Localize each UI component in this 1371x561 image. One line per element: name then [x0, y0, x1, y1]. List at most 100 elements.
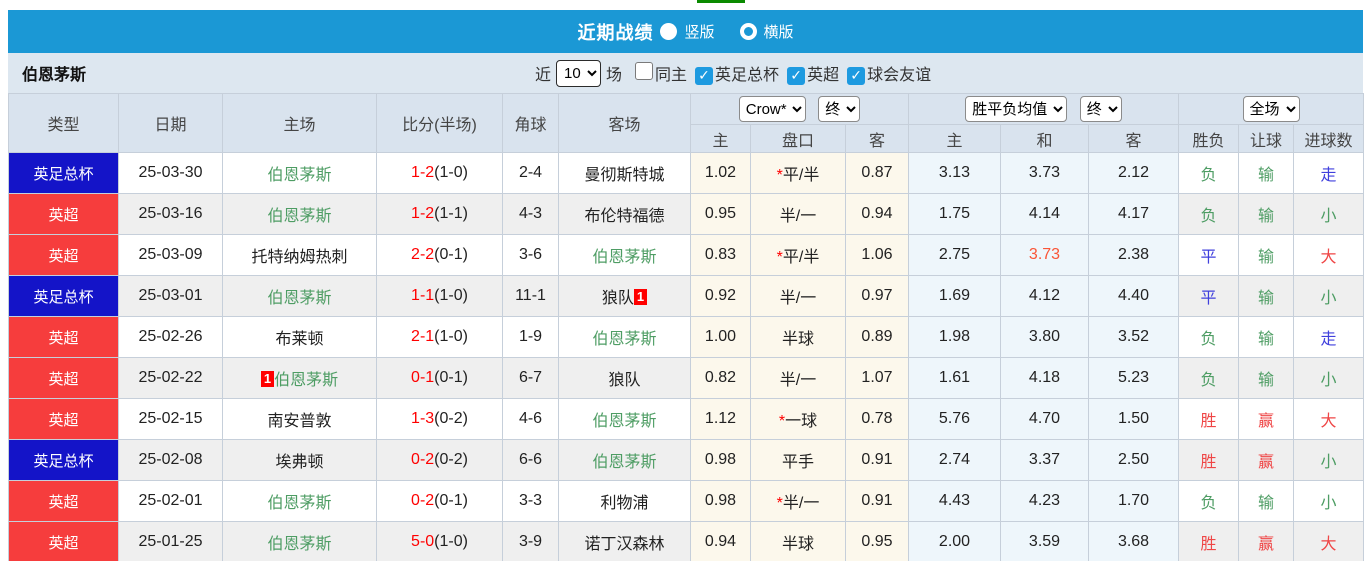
- away-team-cell[interactable]: 狼队 1: [558, 275, 691, 317]
- team-name-text: 埃弗顿: [275, 454, 324, 471]
- home-team-cell[interactable]: 布莱顿: [222, 316, 377, 358]
- title-bar: 近期战绩 竖版 横版: [8, 10, 1363, 53]
- ah-home-odds: 0.82: [690, 357, 751, 399]
- filter-checkbox-2[interactable]: ✓: [787, 66, 806, 85]
- away-team-cell[interactable]: 伯恩茅斯: [558, 316, 691, 358]
- match-type-badge: 英超: [8, 480, 119, 522]
- filter-checkbox-3[interactable]: ✓: [847, 66, 866, 85]
- full-time-score: 1-2: [411, 164, 435, 181]
- odds-company-select[interactable]: Crow*: [738, 96, 806, 122]
- match-date: 25-02-22: [118, 357, 223, 399]
- home-team-cell[interactable]: 托特纳姆热刺: [222, 234, 377, 276]
- handicap-time-select[interactable]: 终: [818, 96, 861, 122]
- full-time-score: 2-1: [411, 328, 435, 345]
- home-team-cell[interactable]: 伯恩茅斯: [222, 521, 377, 561]
- horizontal-layout-radio[interactable]: [739, 23, 757, 40]
- match-type-badge: 英足总杯: [8, 152, 119, 194]
- avg-home-odds: 2.75: [908, 234, 1001, 276]
- goals-result-cell: 大: [1293, 398, 1365, 440]
- away-team-cell[interactable]: 伯恩茅斯: [558, 398, 691, 440]
- away-team-cell[interactable]: 伯恩茅斯: [558, 439, 691, 481]
- filter-checkbox-0[interactable]: [635, 62, 654, 80]
- away-team-cell[interactable]: 伯恩茅斯: [558, 234, 691, 276]
- home-team-cell[interactable]: 伯恩茅斯: [222, 152, 377, 194]
- vertical-layout-radio[interactable]: [660, 23, 678, 40]
- away-team-cell[interactable]: 曼彻斯特城: [558, 152, 691, 194]
- ah-line: 半/一: [750, 275, 846, 317]
- match-type-badge: 英超: [8, 316, 119, 358]
- avg-home-odds: 1.69: [908, 275, 1001, 317]
- ah-line: 平手: [750, 439, 846, 481]
- avg-away-odds: 3.68: [1087, 521, 1180, 561]
- full-time-score: 1-2: [411, 205, 435, 222]
- match-type-badge: 英足总杯: [8, 275, 119, 317]
- avg-draw-odds: 4.23: [1000, 480, 1089, 522]
- handicap-result-cell: 赢: [1238, 398, 1295, 440]
- ah-home-odds: 0.94: [690, 521, 751, 561]
- away-team-cell[interactable]: 狼队: [558, 357, 691, 399]
- avg-home-odds: 4.43: [908, 480, 1001, 522]
- score-cell: 1-2(1-1): [376, 193, 503, 235]
- full-time-score: 5-0: [411, 533, 435, 550]
- scope-select[interactable]: 全场: [1242, 96, 1300, 122]
- away-team-cell[interactable]: 诺丁汉森林: [558, 521, 691, 561]
- filter-checkbox-1[interactable]: ✓: [695, 66, 714, 85]
- corner-cell: 2-4: [502, 152, 559, 194]
- ah-line: 半/一: [750, 193, 846, 235]
- result-cell: 胜: [1178, 439, 1240, 481]
- ah-away-odds: 0.89: [845, 316, 909, 358]
- match-row-4: 英超 25-02-26 布莱顿 2-1(1-0) 1-9 伯恩茅斯 1.00 半球 0.89 1.…: [8, 316, 1365, 358]
- away-team-cell[interactable]: 利物浦: [558, 480, 691, 522]
- home-team-cell[interactable]: 伯恩茅斯: [222, 275, 377, 317]
- vertical-layout-label[interactable]: 竖版: [684, 21, 714, 42]
- filter-checkbox-label-2[interactable]: 英超: [807, 67, 839, 84]
- goals-result-cell: 大: [1293, 521, 1365, 561]
- goals-result-cell: 大: [1293, 234, 1365, 276]
- ah-away-odds: 0.94: [845, 193, 909, 235]
- corner-cell: 4-3: [502, 193, 559, 235]
- result-cell: 胜: [1178, 521, 1240, 561]
- filter-checkbox-label-0[interactable]: 同主: [655, 67, 687, 84]
- match-row-5: 英超 25-02-22 1 伯恩茅斯 0-1(0-1) 6-7 狼队 0.82 半/一 1.07 1…: [8, 357, 1365, 399]
- match-type-badge: 英足总杯: [8, 439, 119, 481]
- ah-home-odds: 0.98: [690, 439, 751, 481]
- score-cell: 5-0(1-0): [376, 521, 503, 561]
- half-time-score: (0-1): [434, 492, 468, 509]
- avg-odds-select[interactable]: 胜平负均值: [965, 96, 1068, 122]
- match-date: 25-03-09: [118, 234, 223, 276]
- home-team-cell[interactable]: 埃弗顿: [222, 439, 377, 481]
- col-header-away: 客场: [558, 93, 691, 153]
- home-team-cell[interactable]: 伯恩茅斯: [222, 480, 377, 522]
- score-cell: 1-2(1-0): [376, 152, 503, 194]
- home-team-cell[interactable]: 伯恩茅斯: [222, 193, 377, 235]
- avg-draw-odds: 3.37: [1000, 439, 1089, 481]
- ah-away-odds: 1.06: [845, 234, 909, 276]
- avg-home-odds: 3.13: [908, 152, 1001, 194]
- goals-result-cell: 小: [1293, 480, 1365, 522]
- filter-checkbox-label-3[interactable]: 球会友谊: [867, 67, 931, 84]
- horizontal-layout-label[interactable]: 横版: [764, 21, 794, 42]
- away-team-cell[interactable]: 布伦特福德: [558, 193, 691, 235]
- match-date: 25-01-25: [118, 521, 223, 561]
- ah-line: 半球: [750, 521, 846, 561]
- team-name-text: 狼队: [601, 290, 634, 307]
- filter-checkbox-label-1[interactable]: 英足总杯: [715, 67, 779, 84]
- home-team-cell[interactable]: 1 伯恩茅斯: [222, 357, 377, 399]
- team-name-text: 伯恩茅斯: [267, 290, 332, 307]
- home-team-cell[interactable]: 南安普敦: [222, 398, 377, 440]
- half-time-score: (0-1): [434, 246, 468, 263]
- ah-home-odds: 1.00: [690, 316, 751, 358]
- ah-away-odds: 0.91: [845, 439, 909, 481]
- avg-time-select[interactable]: 终: [1079, 96, 1122, 122]
- ah-line: *平/半: [750, 234, 846, 276]
- col-header-avg-away: 客: [1087, 124, 1180, 153]
- ah-line: *一球: [750, 398, 846, 440]
- result-cell: 平: [1178, 234, 1240, 276]
- games-count-select[interactable]: 10: [556, 59, 602, 87]
- avg-away-odds: 3.52: [1087, 316, 1180, 358]
- filter-bar: 伯恩茅斯 近 10 场 同主 ✓ 英足总杯 ✓ 英超 ✓ 球会友谊: [8, 53, 1363, 93]
- match-type-badge: 英超: [8, 234, 119, 276]
- col-header-ah-away: 客: [845, 124, 909, 153]
- avg-draw-odds: 4.18: [1000, 357, 1089, 399]
- avg-away-odds: 2.38: [1087, 234, 1180, 276]
